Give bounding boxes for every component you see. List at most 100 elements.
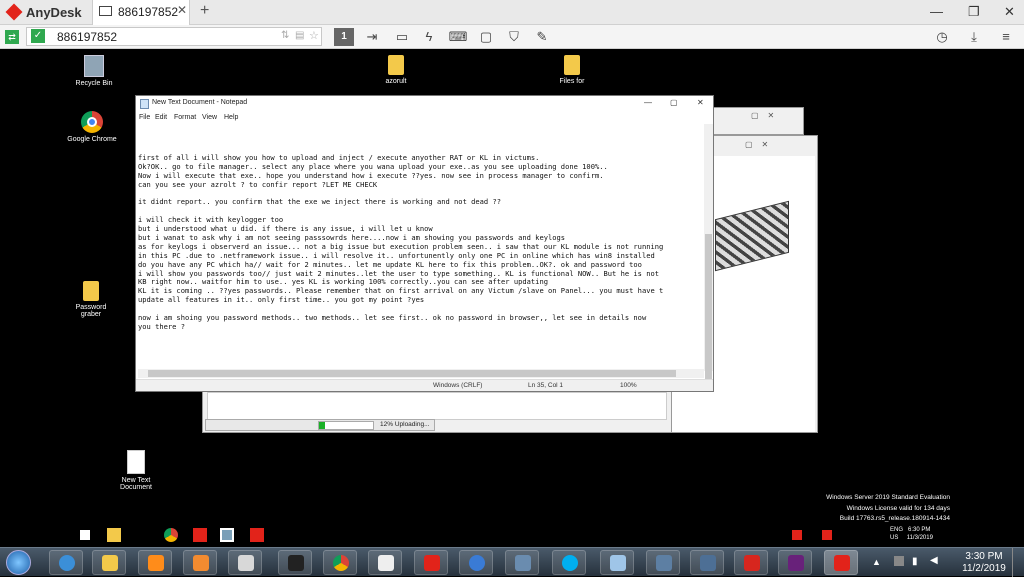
switch-sides-icon[interactable]: ⇥ [362,28,382,46]
status-zoom: 100% [620,382,637,389]
bg-window-controls[interactable]: ▢ ✕ [751,111,774,120]
local-date: 11/2/2019 [962,563,1006,574]
minimize-button[interactable]: — [930,4,943,19]
restore-button[interactable]: ❐ [968,4,980,20]
favorite-star-icon[interactable]: ☆ [309,29,319,42]
desktop-icon-new-text-document[interactable]: New Text Document [111,450,161,491]
display-1-icon[interactable]: 1 [334,28,354,46]
horizontal-scrollbar[interactable] [138,369,704,378]
desktop-icon-azorult[interactable]: azorult [371,55,421,85]
folder-icon [564,55,580,75]
session-tab[interactable]: 886197852 ✕ [92,0,190,25]
taskbar-visual-studio[interactable] [778,550,812,575]
desktop-icon-recycle-bin[interactable]: Recycle Bin [69,55,119,87]
folder-icon [388,55,404,75]
visual-studio-icon [788,555,804,571]
paint-icon [238,555,254,571]
desktop-icon-files[interactable]: Files for [547,55,597,85]
download-icon[interactable]: ⤓ [964,28,984,46]
show-desktop-button[interactable] [1012,548,1024,577]
taskbar-anydesk[interactable] [414,550,448,575]
tray-anydesk-icon-2[interactable] [822,530,832,540]
swap-icon[interactable]: ⇅ [281,30,289,41]
close-tab-icon[interactable]: ✕ [177,3,187,17]
remote-date: 11/3/2019 [906,535,933,541]
status-encoding: Windows (CRLF) [433,382,483,389]
menu-help[interactable]: Help [224,114,238,121]
taskbar-app[interactable] [278,550,312,575]
remote-explorer-icon[interactable] [107,528,121,542]
taskbar-xampp[interactable] [183,550,217,575]
horizontal-scroll-thumb[interactable] [148,370,676,377]
taskbar-chrome[interactable] [323,550,357,575]
notepad-titlebar[interactable]: New Text Document - Notepad — ▢ ✕ [136,96,713,112]
upload-status-text: 12% Uploading... [380,421,430,428]
menu-file[interactable]: File [139,114,150,121]
connection-status-icon: ⇄ [5,30,19,44]
chrome-icon [81,111,103,133]
desktop-icon-label: New Text Document [120,477,152,491]
menu-format[interactable]: Format [174,114,196,121]
menu-view[interactable]: View [202,114,217,121]
bg-window-controls[interactable]: ▢ ✕ [745,140,768,149]
permissions-shield-icon[interactable]: ⛉ [504,28,524,46]
taskbar-app-6[interactable] [646,550,680,575]
remote-anydesk-icon[interactable] [193,528,207,542]
taskbar-app-3[interactable] [459,550,493,575]
local-taskbar: ▲ ▮ ◀ 3:30 PM 11/2/2019 [0,547,1024,577]
xampp-icon [193,555,209,571]
display-settings-icon[interactable]: ▢ [476,28,496,46]
taskbar-anydesk-active[interactable] [824,550,858,575]
taskbar-paint[interactable] [228,550,262,575]
remote-anydesk-icon-2[interactable] [250,528,264,542]
tray-anydesk-icon[interactable] [792,530,802,540]
notepad-minimize-button[interactable]: — [644,98,652,107]
windows-watermark-license: Windows License valid for 134 days [846,505,950,512]
remote-start-icon[interactable] [80,530,90,540]
address-field[interactable]: ✓ 886197852 ⇅ ▤ ☆ [26,27,322,46]
taskbar-app-2[interactable] [368,550,402,575]
menu-icon[interactable]: ≡ [996,28,1016,46]
close-window-button[interactable]: ✕ [1004,4,1015,20]
notepad-maximize-button[interactable]: ▢ [670,98,678,107]
taskbar-media-player[interactable] [138,550,172,575]
vertical-scrollbar[interactable] [704,124,713,384]
tray-network-icon[interactable] [894,556,904,566]
taskbar-skype[interactable] [552,550,586,575]
desktop-icon-password-graber[interactable]: Password graber [66,281,116,318]
taskbar-app-4[interactable] [505,550,539,575]
ie-icon [59,555,75,571]
add-tab-button[interactable]: + [200,2,209,20]
remote-clock[interactable]: ENG 6:30 PM US 11/3/2019 [890,526,933,542]
taskbar-app-7[interactable] [690,550,724,575]
actions-lightning-icon[interactable]: ϟ [419,28,439,46]
history-icon[interactable]: ◷ [932,28,952,46]
remote-notepad-icon[interactable] [220,528,234,542]
tray-volume-icon[interactable]: ◀ [930,555,938,566]
notepad-close-button[interactable]: ✕ [697,98,704,107]
taskbar-app-5[interactable] [600,550,634,575]
menu-edit[interactable]: Edit [155,114,167,121]
windows-watermark-edition: Windows Server 2019 Standard Evaluation [826,494,950,501]
start-button[interactable] [6,550,31,575]
desktop-icon-chrome[interactable]: Google Chrome [67,111,117,143]
notepad-window[interactable]: New Text Document - Notepad — ▢ ✕ File E… [135,95,714,392]
taskbar-ie[interactable] [49,550,83,575]
keyboard-icon[interactable]: ⌨ [448,28,468,46]
remote-lang: ENG [890,527,904,533]
taskbar-explorer[interactable] [92,550,126,575]
tray-signal-icon[interactable]: ▮ [912,556,918,567]
files-icon[interactable]: ▤ [295,30,304,41]
notepad-title: New Text Document - Notepad [152,99,248,106]
chrome-icon [333,555,349,571]
whiteboard-pen-icon[interactable]: ✎ [532,28,552,46]
local-clock[interactable]: 3:30 PM 11/2/2019 [962,551,1006,575]
notepad-text-area[interactable]: first of all i will show you how to uplo… [138,154,704,369]
window-icon [378,555,394,571]
app-icon [469,555,485,571]
remote-chrome-icon[interactable] [164,528,178,542]
taskbar-app-8[interactable] [734,550,768,575]
tray-arrow-icon[interactable]: ▲ [872,557,881,567]
chat-icon[interactable]: ▭ [392,28,412,46]
vertical-scroll-thumb[interactable] [705,234,712,384]
